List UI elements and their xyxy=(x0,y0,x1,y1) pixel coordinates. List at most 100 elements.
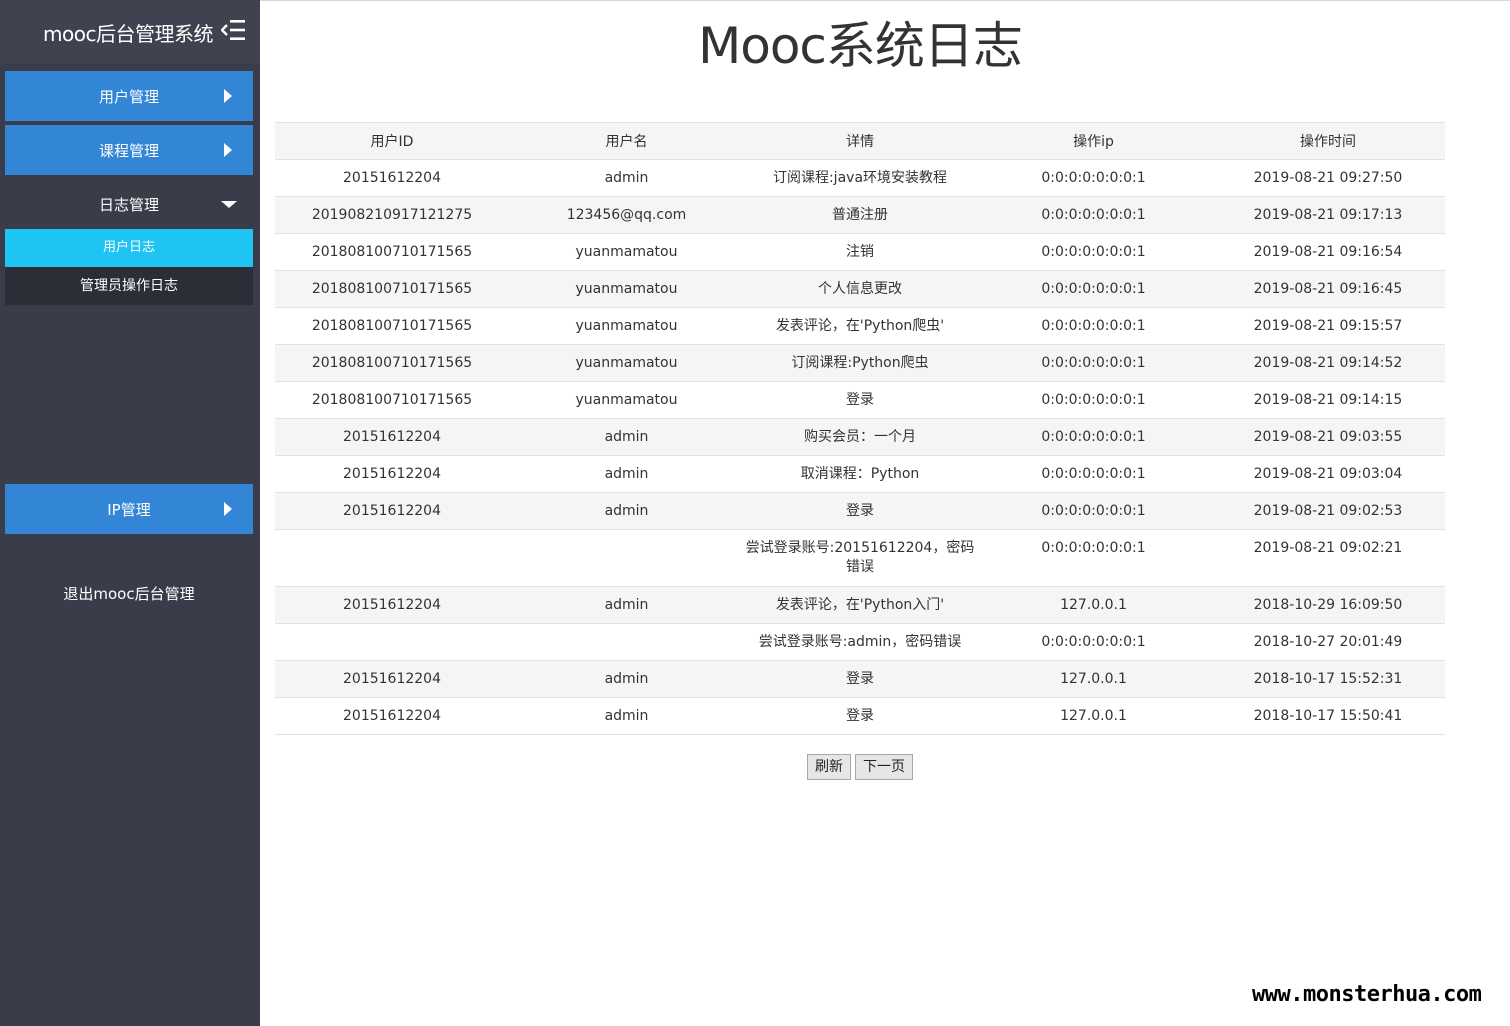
table-row: 20151612204 admin 登录 127.0.0.1 2018-10-17 15… xyxy=(275,697,1445,735)
cell-user-id: 201808100710171565 xyxy=(275,381,509,419)
table-row: 20151612204 admin 登录 127.0.0.1 2018-10-17 15… xyxy=(275,660,1445,698)
cell-detail: 登录 xyxy=(744,492,976,530)
sidebar-item-label: 日志管理 xyxy=(98,196,159,214)
cell-ip: 0:0:0:0:0:0:0:1 xyxy=(976,307,1211,345)
table-body: 20151612204 admin 订阅课程:java环境安装教程 0:0:0:0:0… xyxy=(275,159,1445,735)
table-row: 尝试登录账号:admin，密码错误 0:0:0:0:0:0:0:1 2018-10-… xyxy=(275,623,1445,661)
page-title: Mooc系统日志 xyxy=(698,17,1023,75)
cell-detail: 订阅课程:java环境安装教程 xyxy=(744,159,976,197)
cell-time: 2019-08-21 09:02:53 xyxy=(1211,492,1445,530)
detail-text: 尝试登录账号:20151612204，密码错误 xyxy=(745,540,975,575)
caret-right-icon xyxy=(224,143,232,157)
cell-user-id: 201808100710171565 xyxy=(275,270,509,308)
cell-username: yuanmamatou xyxy=(509,307,744,345)
table-row: 20151612204 admin 订阅课程:java环境安装教程 0:0:0:0:0… xyxy=(275,159,1445,197)
cell-ip: 0:0:0:0:0:0:0:1 xyxy=(976,233,1211,271)
detail-text: 订阅课程:Python爬虫 xyxy=(791,355,929,371)
cell-username: admin xyxy=(509,586,744,624)
cell-ip: 0:0:0:0:0:0:0:1 xyxy=(976,270,1211,308)
detail-text: 注销 xyxy=(846,244,874,260)
cell-time: 2019-08-21 09:03:55 xyxy=(1211,418,1445,456)
cell-user-id: 20151612204 xyxy=(275,159,509,197)
refresh-button[interactable]: 刷新 xyxy=(807,754,851,780)
sidebar-item-log-management[interactable]: 日志管理 xyxy=(5,179,253,229)
cell-username: admin xyxy=(509,159,744,197)
cell-username: admin xyxy=(509,492,744,530)
cell-time: 2018-10-27 20:01:49 xyxy=(1211,623,1445,661)
cell-ip: 127.0.0.1 xyxy=(976,660,1211,698)
sidebar-subitem-admin-log[interactable]: 管理员操作日志 xyxy=(5,267,253,305)
cell-username: yuanmamatou xyxy=(509,381,744,419)
cell-detail: 购买会员：一个月 xyxy=(744,418,976,456)
cell-username: admin xyxy=(509,660,744,698)
cell-username: yuanmamatou xyxy=(509,270,744,308)
menu-fold-icon[interactable] xyxy=(221,17,247,43)
cell-username: admin xyxy=(509,418,744,456)
cell-time: 2018-10-29 16:09:50 xyxy=(1211,586,1445,624)
detail-text: 登录 xyxy=(846,708,874,724)
sidebar-item-label: IP管理 xyxy=(107,501,151,519)
detail-text: 购买会员：一个月 xyxy=(804,429,916,445)
caret-down-icon xyxy=(221,201,237,208)
cell-ip: 0:0:0:0:0:0:0:1 xyxy=(976,344,1211,382)
next-page-button[interactable]: 下一页 xyxy=(855,754,913,780)
cell-detail: 发表评论，在'Python爬虫' xyxy=(744,307,976,345)
caret-right-icon xyxy=(224,89,232,103)
cell-detail: 订阅课程:Python爬虫 xyxy=(744,344,976,382)
cell-ip: 0:0:0:0:0:0:0:1 xyxy=(976,492,1211,530)
cell-time: 2018-10-17 15:50:41 xyxy=(1211,697,1445,735)
cell-user-id: 20151612204 xyxy=(275,418,509,456)
cell-username: admin xyxy=(509,455,744,493)
detail-text: 发表评论，在'Python入门' xyxy=(775,597,945,613)
detail-text: 登录 xyxy=(846,671,874,687)
cell-ip: 0:0:0:0:0:0:0:1 xyxy=(976,529,1211,587)
table-row: 尝试登录账号:20151612204，密码错误 0:0:0:0:0:0:0:1 20… xyxy=(275,529,1445,587)
cell-username: yuanmamatou xyxy=(509,344,744,382)
cell-time: 2019-08-21 09:16:45 xyxy=(1211,270,1445,308)
cell-ip: 127.0.0.1 xyxy=(976,586,1211,624)
detail-text: 个人信息更改 xyxy=(818,281,902,297)
cell-ip: 0:0:0:0:0:0:0:1 xyxy=(976,196,1211,234)
logout-link[interactable]: 退出mooc后台管理 xyxy=(5,583,253,607)
app-title: mooc后台管理系统 xyxy=(43,22,213,46)
sidebar-header: mooc后台管理系统 xyxy=(0,0,260,64)
cell-time: 2019-08-21 09:17:13 xyxy=(1211,196,1445,234)
column-header-ip: 操作ip xyxy=(976,122,1211,160)
cell-time: 2019-08-21 09:14:52 xyxy=(1211,344,1445,382)
cell-detail: 登录 xyxy=(744,381,976,419)
cell-user-id: 20151612204 xyxy=(275,660,509,698)
sidebar-item-user-management[interactable]: 用户管理 xyxy=(5,71,253,121)
sidebar-item-label: 课程管理 xyxy=(98,142,159,160)
cell-detail: 取消课程：Python xyxy=(744,455,976,493)
cell-user-id: 20151612204 xyxy=(275,586,509,624)
cell-time: 2019-08-21 09:03:04 xyxy=(1211,455,1445,493)
cell-time: 2019-08-21 09:14:15 xyxy=(1211,381,1445,419)
cell-user-id xyxy=(275,623,509,661)
cell-time: 2019-08-21 09:02:21 xyxy=(1211,529,1445,587)
cell-ip: 127.0.0.1 xyxy=(976,697,1211,735)
detail-text: 尝试登录账号:admin，密码错误 xyxy=(758,634,962,650)
cell-ip: 0:0:0:0:0:0:0:1 xyxy=(976,159,1211,197)
detail-text: 订阅课程:java环境安装教程 xyxy=(772,170,948,186)
sidebar-item-course-management[interactable]: 课程管理 xyxy=(5,125,253,175)
cell-ip: 0:0:0:0:0:0:0:1 xyxy=(976,381,1211,419)
table-row: 201908210917121275 123456@qq.com 普通注册 0:0:0… xyxy=(275,196,1445,234)
sidebar-subitem-user-log[interactable]: 用户日志 xyxy=(5,229,253,267)
sidebar-item-ip-management[interactable]: IP管理 xyxy=(5,484,253,534)
cell-detail: 个人信息更改 xyxy=(744,270,976,308)
detail-text: 登录 xyxy=(846,503,874,519)
cell-time: 2019-08-21 09:15:57 xyxy=(1211,307,1445,345)
cell-time: 2018-10-17 15:52:31 xyxy=(1211,660,1445,698)
cell-username: 123456@qq.com xyxy=(509,196,744,234)
cell-user-id xyxy=(275,529,509,587)
cell-detail: 登录 xyxy=(744,660,976,698)
table-row: 201808100710171565 yuanmamatou 注销 0:0:0:0:0… xyxy=(275,233,1445,271)
cell-username: admin xyxy=(509,697,744,735)
table-row: 201808100710171565 yuanmamatou 发表评论，在'Pyth… xyxy=(275,307,1445,345)
caret-right-icon xyxy=(224,502,232,516)
table-row: 201808100710171565 yuanmamatou 订阅课程:Python… xyxy=(275,344,1445,382)
detail-text: 取消课程：Python xyxy=(800,466,920,482)
table-header-row: 用户ID 用户名 详情 操作ip 操作时间 xyxy=(275,122,1445,160)
cell-user-id: 201908210917121275 xyxy=(275,196,509,234)
cell-username: yuanmamatou xyxy=(509,233,744,271)
